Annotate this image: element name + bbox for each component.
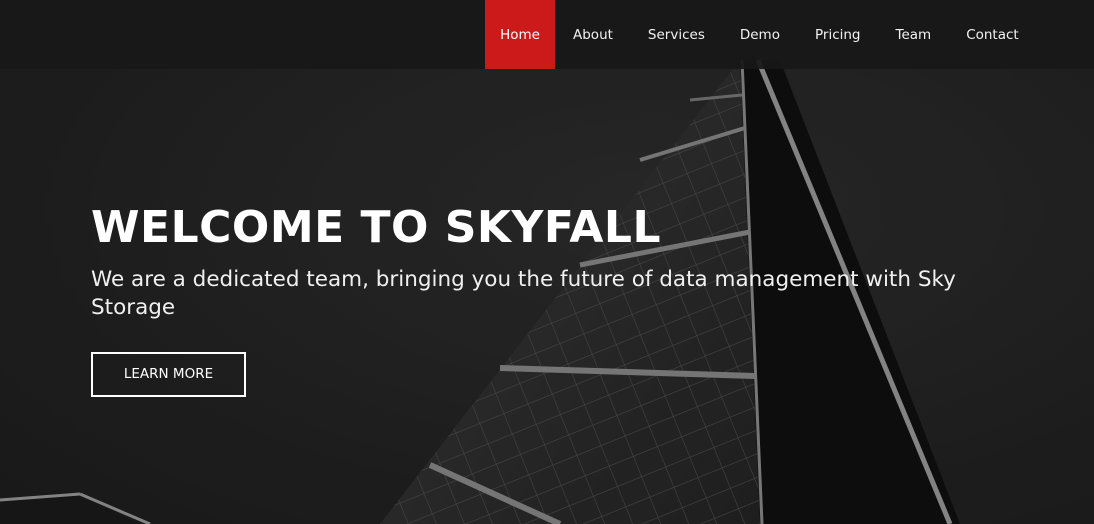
nav-item-contact[interactable]: Contact: [948, 0, 1036, 69]
nav-item-team[interactable]: Team: [878, 0, 949, 69]
nav-item-pricing[interactable]: Pricing: [797, 0, 878, 69]
nav-menu: Home About Services Demo Pricing Team Co…: [485, 0, 1036, 69]
learn-more-button[interactable]: LEARN MORE: [91, 352, 246, 397]
nav-item-about[interactable]: About: [555, 0, 630, 69]
top-navbar: Home About Services Demo Pricing Team Co…: [0, 0, 1094, 69]
hero-title: WELCOME TO SKYFALL: [91, 202, 661, 253]
hero-section: WELCOME TO SKYFALL We are a dedicated te…: [0, 0, 1094, 524]
nav-item-services[interactable]: Services: [630, 0, 722, 69]
nav-item-home[interactable]: Home: [485, 0, 555, 69]
hero-content: WELCOME TO SKYFALL We are a dedicated te…: [91, 198, 1021, 397]
hero-subtitle: We are a dedicated team, bringing you th…: [91, 267, 956, 320]
nav-item-demo[interactable]: Demo: [722, 0, 797, 69]
